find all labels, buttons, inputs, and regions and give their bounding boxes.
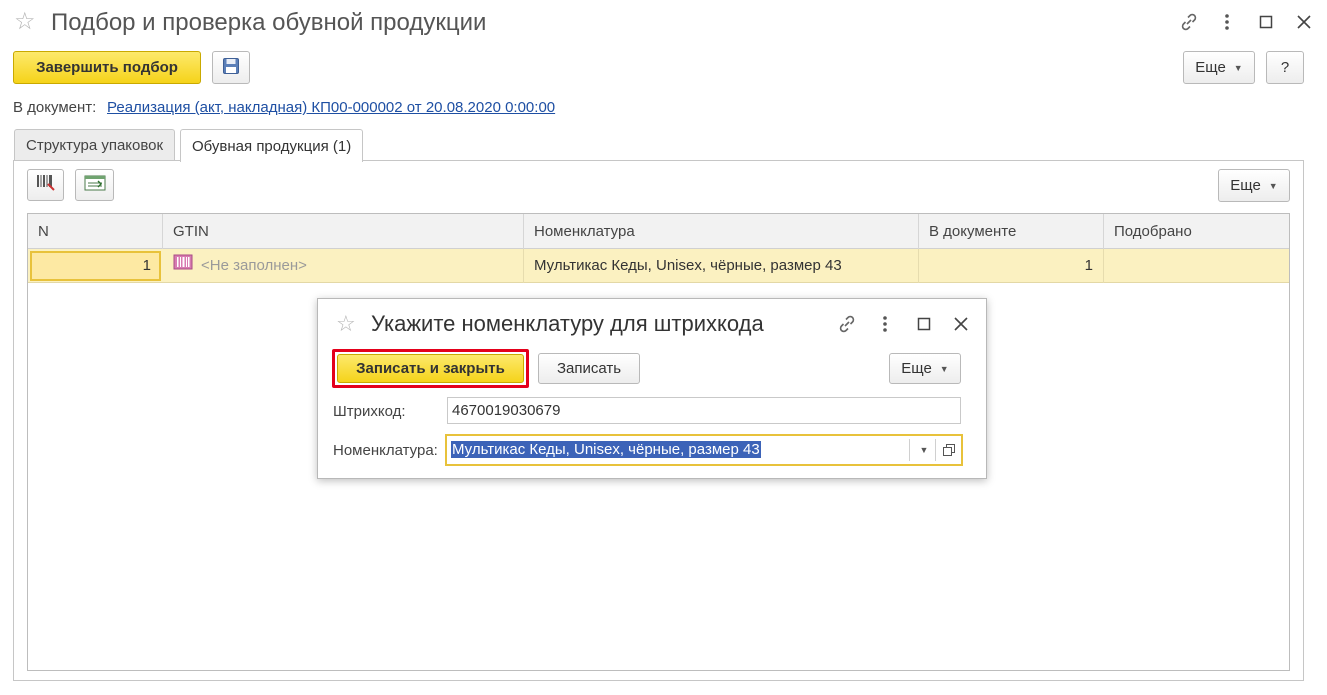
favorite-star-icon[interactable]: ☆: [336, 311, 356, 337]
panel-more-label: Еще: [1230, 177, 1261, 194]
more-button[interactable]: Еще ▼: [1183, 51, 1255, 84]
cell-gtin[interactable]: <Не заполнен>: [163, 249, 524, 283]
field-divider: [935, 439, 936, 461]
maximize-icon[interactable]: [1254, 10, 1278, 34]
gtin-placeholder: <Не заполнен>: [201, 257, 307, 274]
help-button[interactable]: ?: [1266, 51, 1304, 84]
barcode-nomenclature-dialog: ☆ Укажите номенклатуру для штрихкода Зап…: [317, 298, 987, 479]
save-button[interactable]: [212, 51, 250, 84]
dialog-more-button[interactable]: Еще ▼: [889, 353, 961, 384]
nomenclature-label: Номенклатура:: [333, 442, 438, 459]
cell-nomenclature[interactable]: Мультикас Кеды, Unisex, чёрные, размер 4…: [524, 249, 919, 283]
kebab-menu-icon[interactable]: [873, 312, 897, 336]
column-header-picked[interactable]: Подобрано: [1104, 214, 1290, 249]
link-icon[interactable]: [835, 312, 859, 336]
table-row[interactable]: 1 <Не заполнен> Мультикас Кеды, Unisex, …: [28, 249, 1289, 283]
close-icon[interactable]: [1292, 10, 1316, 34]
chevron-down-icon: ▼: [939, 363, 949, 374]
column-header-nomenclature[interactable]: Номенклатура: [524, 214, 919, 249]
column-header-gtin[interactable]: GTIN: [163, 214, 524, 249]
cell-n[interactable]: 1: [30, 251, 161, 281]
column-header-in-document[interactable]: В документе: [919, 214, 1104, 249]
marking-code-icon: [173, 249, 193, 283]
cell-picked[interactable]: [1104, 249, 1290, 283]
barcode-field[interactable]: 4670019030679: [447, 397, 961, 424]
tab-footwear-products[interactable]: Обувная продукция (1): [180, 129, 364, 162]
open-item-icon[interactable]: [938, 436, 960, 464]
chevron-down-icon: ▼: [1233, 62, 1243, 73]
document-label: В документ:: [13, 99, 97, 116]
nomenclature-field[interactable]: Мультикас Кеды, Unisex, чёрные, размер 4…: [445, 434, 963, 466]
save-and-close-button[interactable]: Записать и закрыть: [337, 354, 524, 383]
finish-selection-button[interactable]: Завершить подбор: [13, 51, 201, 84]
more-label: Еще: [1195, 59, 1226, 76]
nomenclature-value: Мультикас Кеды, Unisex, чёрные, размер 4…: [451, 441, 761, 458]
floppy-disk-icon: [222, 57, 240, 79]
dialog-title: Укажите номенклатуру для штрихкода: [371, 311, 764, 336]
close-icon[interactable]: [949, 312, 973, 336]
chevron-down-icon: ▼: [1268, 180, 1278, 191]
barcode-label: Штрихкод:: [333, 403, 406, 420]
load-list-icon: [84, 174, 106, 196]
window-title: Подбор и проверка обувной продукции: [51, 9, 487, 36]
load-list-button[interactable]: [75, 169, 114, 201]
dropdown-arrow-icon[interactable]: ▼: [913, 436, 935, 464]
table-header: N GTIN Номенклатура В документе Подобран…: [28, 214, 1289, 249]
column-header-n[interactable]: N: [28, 214, 163, 249]
favorite-star-icon[interactable]: ☆: [14, 8, 36, 36]
link-icon[interactable]: [1177, 10, 1201, 34]
kebab-menu-icon[interactable]: [1215, 10, 1239, 34]
panel-more-button[interactable]: Еще ▼: [1218, 169, 1290, 202]
barcode-scan-icon: [36, 174, 56, 196]
maximize-icon[interactable]: [912, 312, 936, 336]
document-link[interactable]: Реализация (акт, накладная) КП00-000002 …: [107, 99, 555, 116]
field-divider: [909, 439, 910, 461]
save-button[interactable]: Записать: [538, 353, 640, 384]
tab-package-structure[interactable]: Структура упаковок: [14, 129, 176, 161]
cell-in-document[interactable]: 1: [919, 249, 1104, 283]
barcode-scan-button[interactable]: [27, 169, 64, 201]
dialog-more-label: Еще: [901, 360, 932, 377]
